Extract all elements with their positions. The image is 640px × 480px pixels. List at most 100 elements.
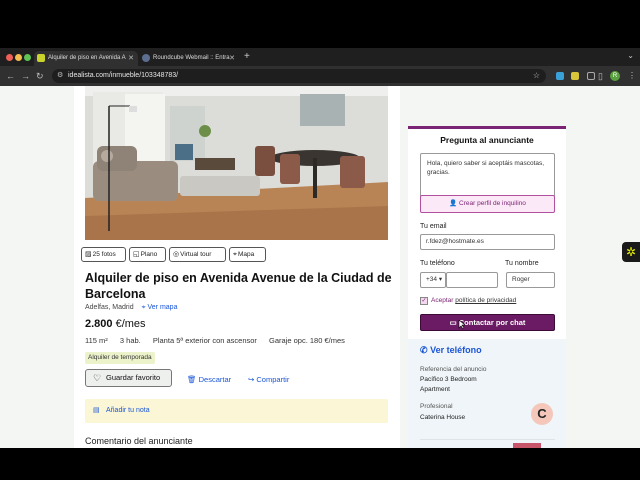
photos-chip[interactable]: ▨25 fotos [81, 247, 126, 262]
bookmark-star-icon[interactable]: ☆ [533, 69, 540, 83]
new-tab-icon[interactable]: + [244, 51, 250, 63]
phone-prefix-select[interactable]: +34 ▾ [420, 272, 446, 288]
phone-label: Tu teléfono [420, 260, 455, 267]
back-icon[interactable]: ← [6, 69, 15, 83]
listing-photo[interactable] [85, 86, 388, 240]
add-note-box[interactable]: ▤ Añadir tu nota [85, 399, 388, 423]
tab-idealista[interactable]: Alquiler de piso en Avenida A ✕ [34, 51, 138, 66]
feature-rooms: 3 hab. [119, 336, 141, 345]
save-favorite-button[interactable]: ♡ Guardar favorito [85, 369, 172, 387]
extensions-puzzle-icon[interactable] [587, 72, 595, 80]
close-window-icon[interactable] [6, 54, 13, 61]
message-textarea[interactable]: Hola, quiero saber si aceptáis mascotas,… [420, 153, 555, 197]
tab-search-icon[interactable]: ⌄ [627, 51, 634, 60]
mouse-cursor-icon [458, 320, 465, 329]
accept-label: Aceptar [431, 297, 454, 304]
screen: Alquiler de piso en Avenida A ✕ Roundcub… [0, 0, 640, 480]
sidebar-icon[interactable]: ▯ [598, 69, 603, 83]
price-value: 2.800 [85, 318, 113, 330]
image-icon: ▨ [85, 251, 92, 258]
privacy-checkbox[interactable]: ✓ [420, 297, 428, 305]
comment-heading: Comentario del anunciante [85, 436, 193, 446]
name-label: Tu nombre [505, 260, 539, 267]
email-field[interactable]: r.fdez@hostmate.es [420, 234, 555, 250]
chat-button-label: Contactar por chat [458, 318, 526, 327]
chat-icon: ▭ [449, 318, 457, 327]
phone-prefix-value: +34 [426, 276, 438, 283]
privacy-policy-link[interactable]: política de privacidad [455, 297, 516, 304]
chip-label: Virtual tour [180, 251, 212, 258]
extension-icon[interactable] [571, 72, 579, 80]
chip-label: 25 fotos [92, 251, 116, 258]
tab-roundcube[interactable]: Roundcube Webmail :: Entra ✕ [139, 51, 239, 66]
browser-menu-icon[interactable]: ⋮ [628, 70, 636, 82]
contact-chat-button[interactable]: ▭ Contactar por chat [420, 314, 555, 331]
page-content: ▨25 fotos ◱Plano ◎Virtual tour ⌖Mapa Alq… [0, 86, 640, 448]
feature-garage: Garaje opc. 180 €/mes [269, 336, 345, 345]
discard-label: Descartar [198, 375, 232, 384]
address-bar[interactable]: ⚙ idealista.com/inmueble/103348783/ ☆ [52, 69, 546, 83]
360-icon: ◎ [173, 251, 180, 258]
floorplan-chip[interactable]: ◱Plano [129, 247, 166, 262]
note-icon: ▤ [93, 407, 100, 414]
chevron-down-icon: ▾ [438, 276, 443, 283]
site-info-icon[interactable]: ⚙ [57, 71, 63, 79]
professional-name[interactable]: Caterina House [420, 413, 465, 423]
tab-bar: Alquiler de piso en Avenida A ✕ Roundcub… [0, 48, 640, 66]
name-field[interactable]: Roger [506, 272, 555, 288]
minimize-window-icon[interactable] [15, 54, 22, 61]
maximize-window-icon[interactable] [24, 54, 31, 61]
share-link[interactable]: ↪ Compartir [248, 375, 289, 384]
user-icon: 👤 [449, 200, 458, 207]
feature-size: 115 m² [85, 336, 108, 345]
location-text: Adelfas, Madrid [85, 304, 134, 311]
browser-toolbar: ← → ↻ ⚙ idealista.com/inmueble/103348783… [0, 66, 640, 86]
tab-title: Alquiler de piso en Avenida A [48, 55, 126, 61]
profile-avatar[interactable]: R [610, 71, 620, 81]
add-note-label: Añadir tu nota [106, 407, 150, 414]
listing-location: Adelfas, Madrid ⌖ Ver mapa [85, 304, 177, 312]
discard-link[interactable]: 🗑 Descartar [187, 375, 231, 384]
living-room-image [85, 86, 388, 240]
close-tab-icon[interactable]: ✕ [128, 51, 134, 66]
advertiser-panel: ✆ Ver teléfono Referencia del anuncio Pa… [408, 339, 566, 448]
contact-title: Pregunta al anunciante [440, 135, 534, 145]
price-unit: €/mes [115, 318, 146, 330]
close-tab-icon[interactable]: ✕ [229, 51, 235, 66]
map-pin-icon: ⌖ [141, 304, 146, 311]
create-profile-label: Crear perfil de inquilino [459, 200, 526, 207]
phone-field[interactable] [446, 272, 498, 288]
rental-type-badge: Alquiler de temporada [85, 352, 155, 364]
see-map-link[interactable]: ⌖ Ver mapa [142, 304, 178, 311]
idealista-favicon-icon [37, 54, 45, 62]
roundcube-favicon-icon [142, 54, 150, 62]
reference-label: Referencia del anuncio [420, 366, 487, 373]
forward-icon[interactable]: → [21, 69, 30, 83]
tab-title: Roundcube Webmail :: Entra [153, 55, 230, 61]
heart-icon: ♡ [93, 373, 102, 383]
reference-value: Pacífico 3 Bedroom Apartment [420, 376, 477, 393]
professional-label: Profesional [420, 403, 453, 410]
see-map-label: Ver mapa [147, 304, 178, 311]
listing-price: 2.800 €/mes [85, 318, 146, 330]
advertiser-avatar[interactable]: C [531, 403, 553, 425]
see-phone-label: Ver teléfono [430, 345, 482, 355]
see-phone-link[interactable]: ✆ Ver teléfono [420, 345, 482, 356]
trash-icon: 🗑 [187, 375, 197, 384]
browser-window: Alquiler de piso en Avenida A ✕ Roundcub… [0, 48, 640, 448]
chip-label: Plano [140, 251, 158, 258]
virtual-tour-chip[interactable]: ◎Virtual tour [169, 247, 226, 262]
accessibility-widget-icon[interactable]: ✲ [622, 242, 640, 262]
email-label: Tu email [420, 223, 447, 230]
url-text: idealista.com/inmueble/103348783/ [68, 72, 179, 79]
floorplan-icon: ◱ [133, 251, 140, 258]
map-pin-icon: ⌖ [233, 251, 237, 258]
create-tenant-profile-button[interactable]: 👤 Crear perfil de inquilino [420, 195, 555, 213]
phone-icon: ✆ [420, 345, 428, 355]
feature-floor: Planta 5ª exterior con ascensor [152, 336, 257, 345]
extension-icon[interactable] [556, 72, 564, 80]
listing-features: 115 m² 3 hab. Planta 5ª exterior con asc… [85, 336, 355, 345]
map-chip[interactable]: ⌖Mapa [229, 247, 266, 262]
reload-icon[interactable]: ↻ [36, 69, 44, 83]
share-label: Compartir [256, 375, 290, 384]
